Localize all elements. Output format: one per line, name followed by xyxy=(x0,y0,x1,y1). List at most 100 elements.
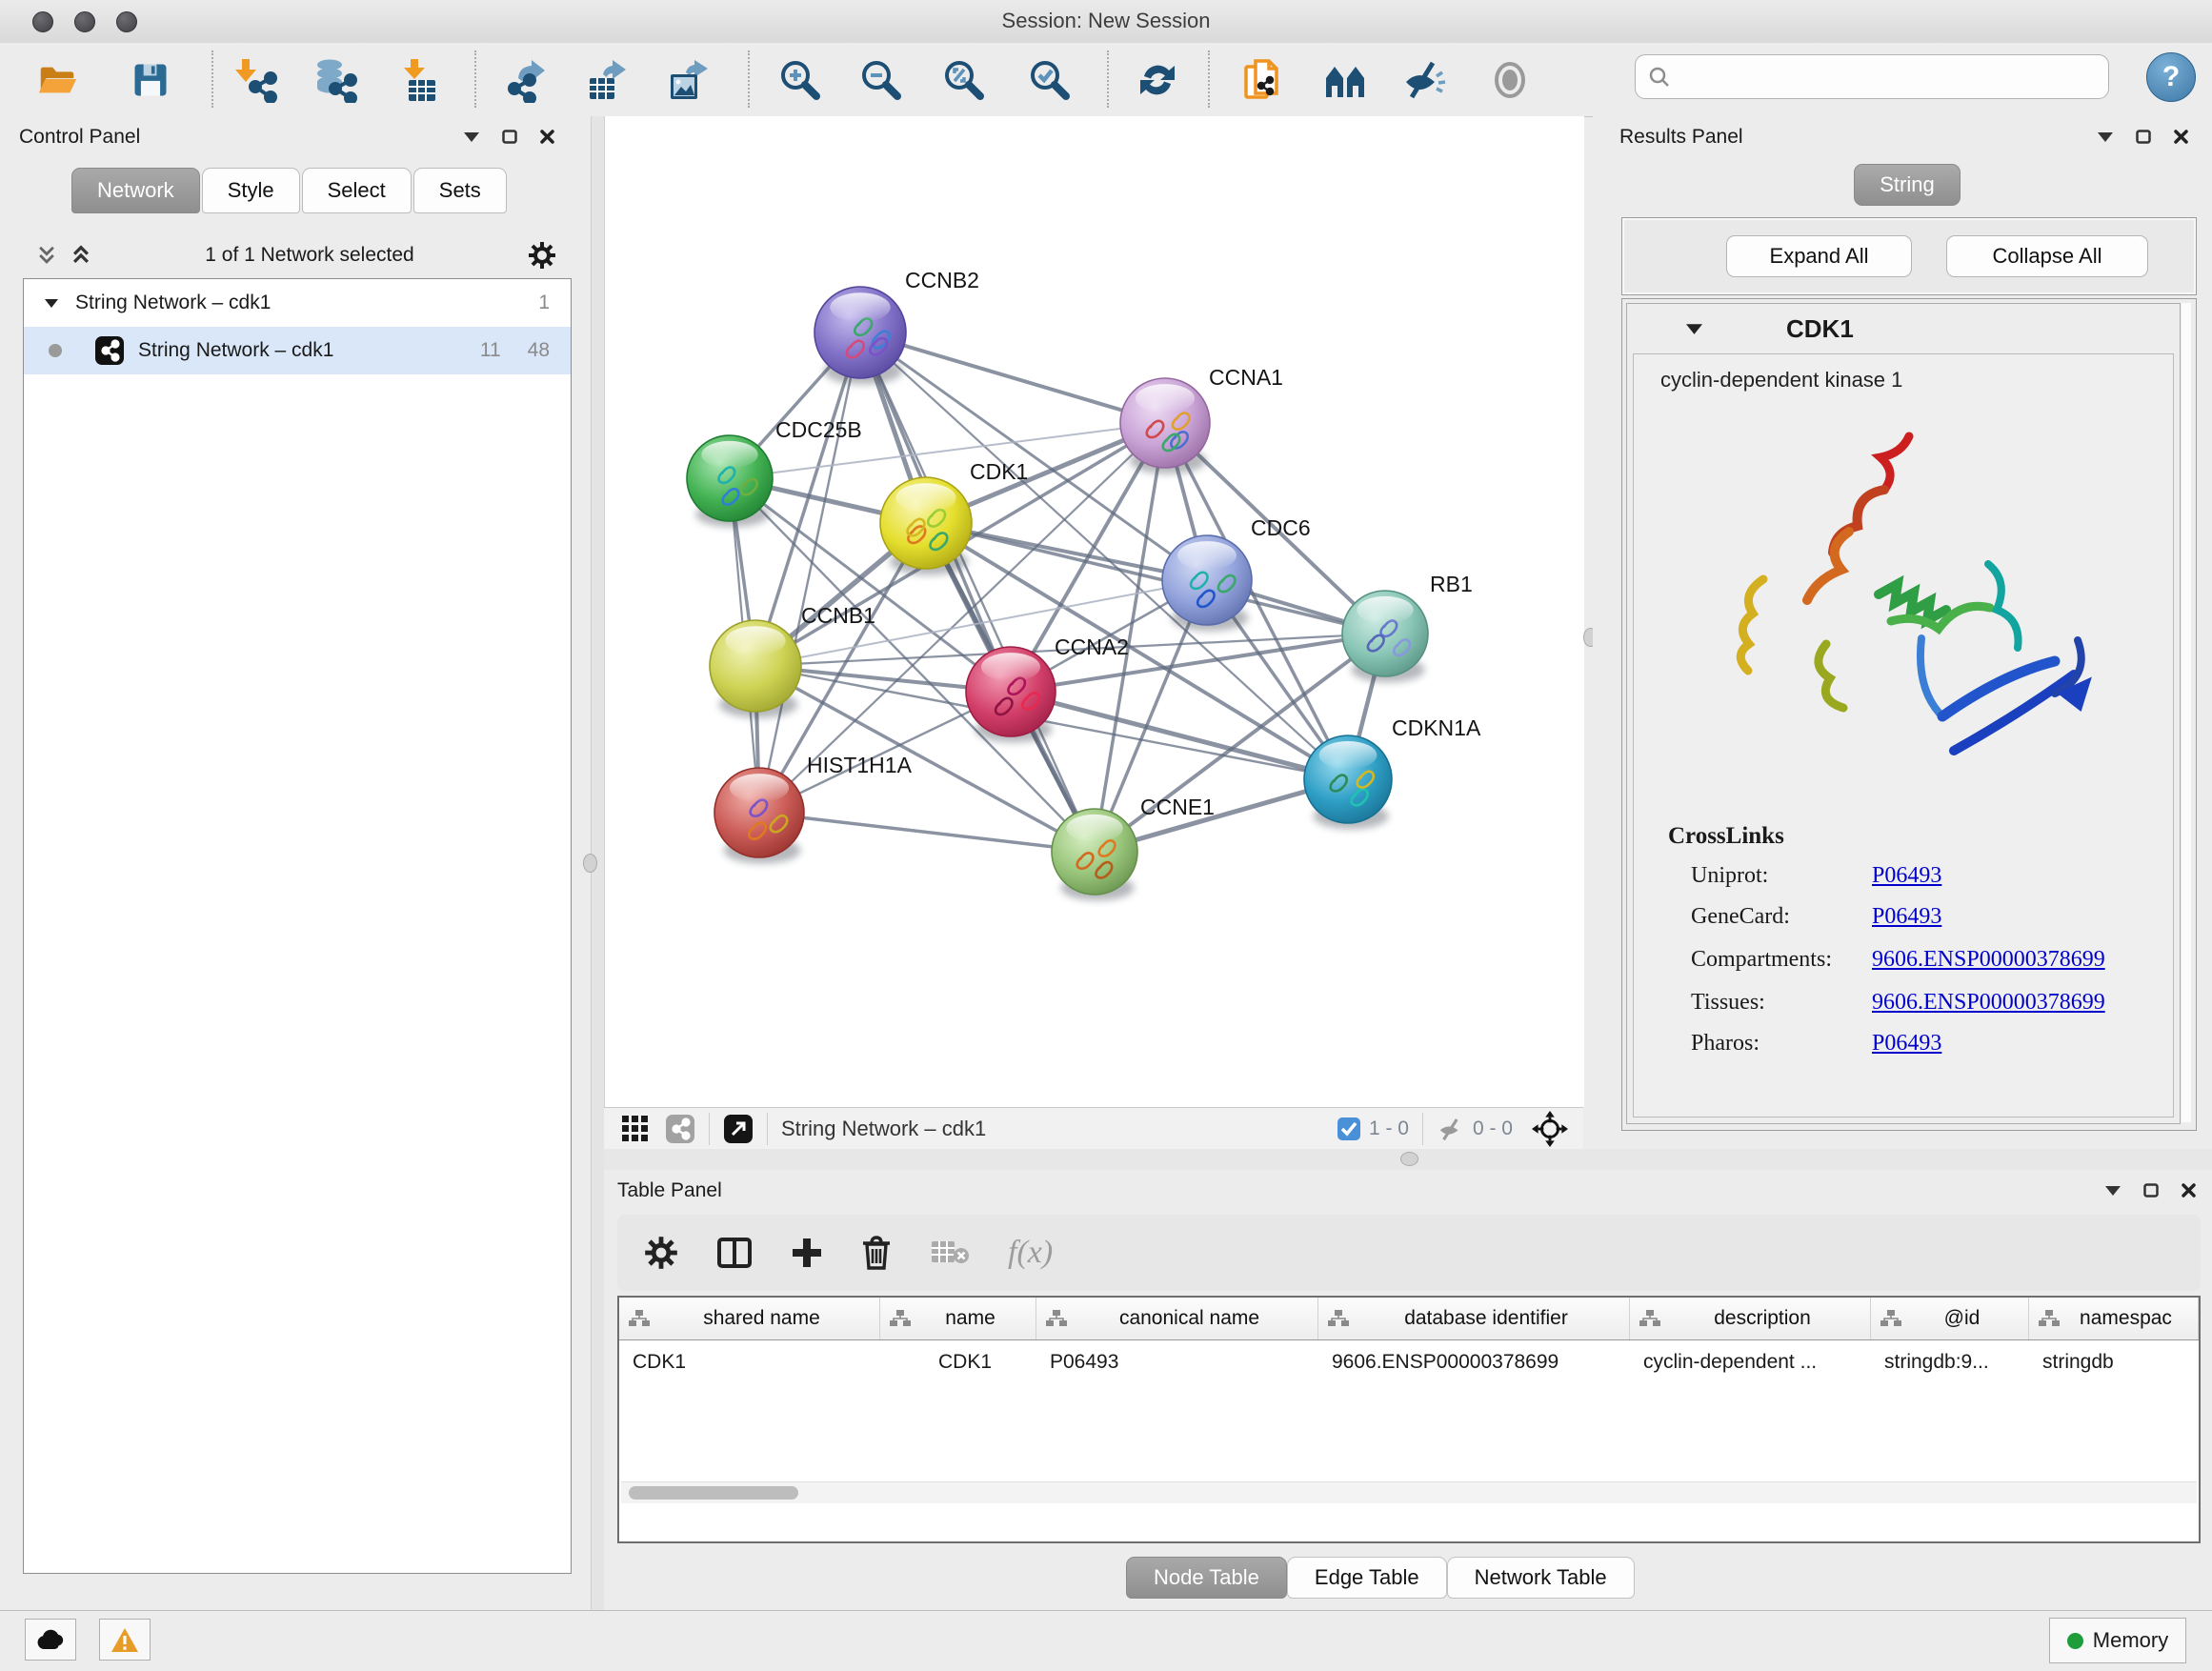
tab-style[interactable]: Style xyxy=(202,168,300,213)
results-panel-window-controls xyxy=(2098,130,2188,144)
collapse-all-button[interactable]: Collapse All xyxy=(1946,235,2148,277)
grid-view-icon[interactable] xyxy=(621,1115,650,1143)
network-collection-row[interactable]: String Network – cdk1 1 xyxy=(24,279,571,327)
tab-edge-table[interactable]: Edge Table xyxy=(1287,1557,1447,1599)
network-canvas[interactable]: CCNB2CCNA1CDC25BCDK1CDC6RB1CCNB1CCNA2CDK… xyxy=(604,116,1584,1107)
selected-checkbox-icon[interactable] xyxy=(1337,1117,1361,1141)
column-header-name[interactable]: name xyxy=(880,1298,1036,1339)
export-table-button[interactable] xyxy=(583,56,631,104)
left-splitter-handle[interactable] xyxy=(583,854,597,873)
tree-expand-icon[interactable] xyxy=(45,299,58,308)
delete-column-icon[interactable] xyxy=(861,1236,892,1270)
cell-namespac[interactable]: stringdb xyxy=(2029,1351,2199,1374)
edge-CCNA2-CDKN1A[interactable] xyxy=(1011,692,1348,779)
tab-select[interactable]: Select xyxy=(302,168,412,213)
panel-float-icon[interactable] xyxy=(502,130,517,144)
import-database-button[interactable] xyxy=(312,56,359,104)
cell-database-identifier[interactable]: 9606.ENSP00000378699 xyxy=(1318,1351,1630,1374)
panel-float-icon[interactable] xyxy=(2136,130,2151,144)
expand-all-icon[interactable] xyxy=(70,245,91,266)
network-share-icon[interactable] xyxy=(665,1114,695,1144)
first-neighbors-button[interactable] xyxy=(1321,56,1369,104)
panel-close-icon[interactable] xyxy=(2174,130,2188,144)
hide-selected-button[interactable] xyxy=(1399,56,1447,104)
table-hscrollbar-track[interactable] xyxy=(621,1481,2197,1503)
tab-sets[interactable]: Sets xyxy=(413,168,507,213)
cell-canonical-name[interactable]: P06493 xyxy=(1036,1351,1318,1374)
result-entry-header[interactable]: CDK1 xyxy=(1627,304,2180,353)
panel-menu-icon[interactable] xyxy=(2105,1186,2121,1196)
column-header-namespac[interactable]: namespac xyxy=(2029,1298,2199,1339)
cell-description[interactable]: cyclin-dependent ... xyxy=(1630,1351,1871,1374)
cloud-status-button[interactable] xyxy=(25,1619,76,1661)
memory-button[interactable]: Memory xyxy=(2049,1618,2186,1663)
tab-network[interactable]: Network xyxy=(71,168,200,213)
table-settings-gear-icon[interactable] xyxy=(644,1236,678,1270)
column-tree-icon xyxy=(1328,1310,1349,1327)
column-header-database-identifier[interactable]: database identifier xyxy=(1318,1298,1630,1339)
refresh-button[interactable] xyxy=(1134,56,1181,104)
results-scrollbar-track[interactable] xyxy=(2182,303,2191,1122)
add-column-icon[interactable] xyxy=(791,1237,823,1269)
crosslink-link[interactable]: 9606.ENSP00000378699 xyxy=(1872,990,2105,1016)
zoom-selected-button[interactable] xyxy=(1026,56,1074,104)
open-session-button[interactable] xyxy=(33,56,81,104)
collapse-all-icon[interactable] xyxy=(36,245,57,266)
show-columns-icon[interactable] xyxy=(716,1237,753,1269)
cell--id[interactable]: stringdb:9... xyxy=(1871,1351,2029,1374)
network-graph[interactable]: CCNB2CCNA1CDC25BCDK1CDC6RB1CCNB1CCNA2CDK… xyxy=(605,116,1584,1107)
birdseye-view-icon[interactable] xyxy=(723,1114,754,1144)
zoom-out-button[interactable] xyxy=(857,56,905,104)
node-CDKN1A[interactable]: CDKN1A xyxy=(1304,715,1481,829)
panel-close-icon[interactable] xyxy=(2182,1183,2196,1198)
save-session-button[interactable] xyxy=(127,56,174,104)
horizontal-splitter[interactable] xyxy=(604,1149,2212,1170)
table-hscrollbar-thumb[interactable] xyxy=(629,1486,798,1500)
import-table-button[interactable] xyxy=(398,56,446,104)
network-list-header: 1 of 1 Network selected xyxy=(23,233,570,277)
column-header-description[interactable]: description xyxy=(1630,1298,1871,1339)
warnings-button[interactable] xyxy=(99,1619,151,1661)
tab-string[interactable]: String xyxy=(1854,164,1961,206)
cell-name[interactable]: CDK1 xyxy=(880,1351,1036,1374)
edge-CCNB2-CCNA1[interactable] xyxy=(860,332,1165,423)
panel-menu-icon[interactable] xyxy=(464,132,479,142)
panel-float-icon[interactable] xyxy=(2143,1183,2159,1198)
crosslink-link[interactable]: P06493 xyxy=(1872,1031,1941,1057)
node-CCNA1[interactable]: CCNA1 xyxy=(1120,365,1283,474)
table-row[interactable]: CDK1CDK1P064939606.ENSP00000378699cyclin… xyxy=(619,1340,2199,1383)
expand-all-button[interactable]: Expand All xyxy=(1726,235,1912,277)
crosslink-link[interactable]: P06493 xyxy=(1872,904,1941,930)
entry-collapse-icon[interactable] xyxy=(1686,324,1702,334)
node-CCNB2[interactable]: CCNB2 xyxy=(814,268,979,385)
panel-menu-icon[interactable] xyxy=(2098,132,2113,142)
import-network-button[interactable] xyxy=(233,56,281,104)
column-header-canonical-name[interactable]: canonical name xyxy=(1036,1298,1318,1339)
node-HIST1H1A[interactable]: HIST1H1A xyxy=(714,753,913,864)
crosslink-link[interactable]: P06493 xyxy=(1872,863,1941,889)
fit-content-crosshair-icon[interactable] xyxy=(1532,1111,1568,1147)
node-RB1[interactable]: RB1 xyxy=(1342,572,1473,682)
show-all-button[interactable] xyxy=(1486,56,1534,104)
zoom-in-button[interactable] xyxy=(776,56,824,104)
help-button[interactable]: ? xyxy=(2146,52,2196,102)
duplicate-network-button[interactable] xyxy=(1239,56,1287,104)
column-header--id[interactable]: @id xyxy=(1871,1298,2029,1339)
network-row-selected[interactable]: String Network – cdk1 11 48 xyxy=(24,327,571,374)
export-image-button[interactable] xyxy=(664,56,712,104)
search-input[interactable] xyxy=(1635,54,2109,99)
node-CDC6[interactable]: CDC6 xyxy=(1162,515,1311,632)
horizontal-splitter-handle[interactable] xyxy=(1400,1152,1418,1166)
edge-CCNB2-HIST1H1A[interactable] xyxy=(759,332,860,813)
network-options-gear-icon[interactable] xyxy=(528,241,556,270)
panel-close-icon[interactable] xyxy=(540,130,554,144)
cell-shared-name[interactable]: CDK1 xyxy=(619,1351,880,1374)
tab-network-table[interactable]: Network Table xyxy=(1447,1557,1635,1599)
edge-CDK1-RB1[interactable] xyxy=(926,523,1385,634)
column-header-shared-name[interactable]: shared name xyxy=(619,1298,880,1339)
crosslink-link[interactable]: 9606.ENSP00000378699 xyxy=(1872,947,2105,973)
tab-node-table[interactable]: Node Table xyxy=(1126,1557,1287,1599)
zoom-fit-button[interactable] xyxy=(940,56,988,104)
edge-HIST1H1A-CCNE1[interactable] xyxy=(759,813,1095,852)
export-network-button[interactable] xyxy=(502,56,550,104)
